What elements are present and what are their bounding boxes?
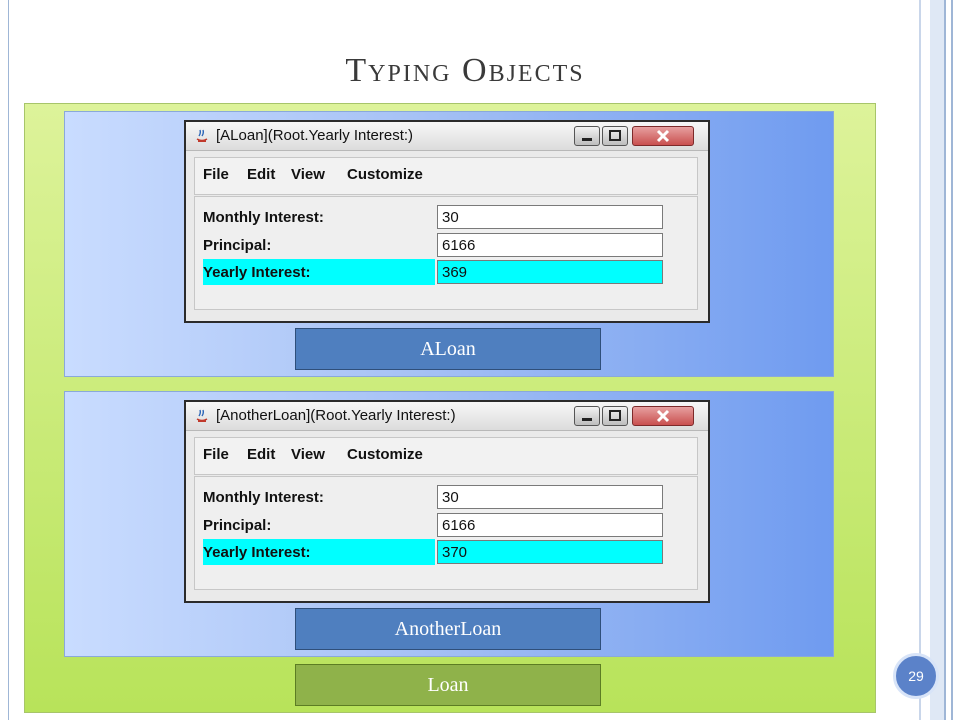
principal-field[interactable]: 6166 (437, 513, 663, 537)
menu-file[interactable]: File (203, 446, 229, 463)
window-titlebar[interactable]: [ALoan](Root.Yearly Interest:) (186, 122, 708, 151)
menu-bar: File Edit View Customize (194, 437, 698, 475)
close-button[interactable] (632, 126, 694, 146)
slide-frame-left (8, 0, 9, 720)
principal-field[interactable]: 6166 (437, 233, 663, 257)
window-title: [ALoan](Root.Yearly Interest:) (216, 127, 414, 144)
window-title: [AnotherLoan](Root.Yearly Interest:) (216, 407, 456, 424)
monthly-interest-label: Monthly Interest: (203, 209, 324, 226)
monthly-interest-label: Monthly Interest: (203, 489, 324, 506)
minimize-icon (582, 138, 592, 141)
window-titlebar[interactable]: [AnotherLoan](Root.Yearly Interest:) (186, 402, 708, 431)
close-icon (656, 129, 670, 143)
loan-class-label: Loan (295, 664, 601, 706)
menu-bar: File Edit View Customize (194, 157, 698, 195)
menu-file[interactable]: File (203, 166, 229, 183)
yearly-interest-label: Yearly Interest: (203, 544, 311, 561)
principal-label: Principal: (203, 517, 272, 534)
yearly-interest-label: Yearly Interest: (203, 264, 311, 281)
maximize-icon (609, 130, 621, 141)
slide-frame-right (919, 0, 921, 720)
close-icon (656, 409, 670, 423)
monthly-interest-field[interactable]: 30 (437, 205, 663, 229)
close-button[interactable] (632, 406, 694, 426)
page-number-badge: 29 (893, 653, 939, 699)
menu-edit[interactable]: Edit (247, 446, 275, 463)
menu-customize[interactable]: Customize (347, 446, 423, 463)
menu-edit[interactable]: Edit (247, 166, 275, 183)
slide-frame-right-line (944, 0, 946, 720)
menu-view[interactable]: View (291, 166, 325, 183)
principal-label: Principal: (203, 237, 272, 254)
maximize-icon (609, 410, 621, 421)
yearly-interest-field[interactable]: 370 (437, 540, 663, 564)
minimize-button[interactable] (574, 126, 600, 146)
anotherloan-object-label: AnotherLoan (295, 608, 601, 650)
monthly-interest-field[interactable]: 30 (437, 485, 663, 509)
java-app-icon (196, 409, 208, 422)
menu-view[interactable]: View (291, 446, 325, 463)
anotherloan-window: [AnotherLoan](Root.Yearly Interest:) Fil… (184, 400, 710, 603)
minimize-button[interactable] (574, 406, 600, 426)
java-app-icon (196, 129, 208, 142)
form-panel: Monthly Interest: 30 Principal: 6166 Yea… (194, 196, 698, 310)
aloan-window: [ALoan](Root.Yearly Interest:) File Edit… (184, 120, 710, 323)
slide-frame-right-line-2 (951, 0, 953, 720)
form-panel: Monthly Interest: 30 Principal: 6166 Yea… (194, 476, 698, 590)
menu-customize[interactable]: Customize (347, 166, 423, 183)
maximize-button[interactable] (602, 406, 628, 426)
maximize-button[interactable] (602, 126, 628, 146)
minimize-icon (582, 418, 592, 421)
slide-frame-right-band (930, 0, 944, 720)
aloan-object-label: ALoan (295, 328, 601, 370)
yearly-interest-field[interactable]: 369 (437, 260, 663, 284)
slide-title: Typing Objects (345, 52, 585, 89)
